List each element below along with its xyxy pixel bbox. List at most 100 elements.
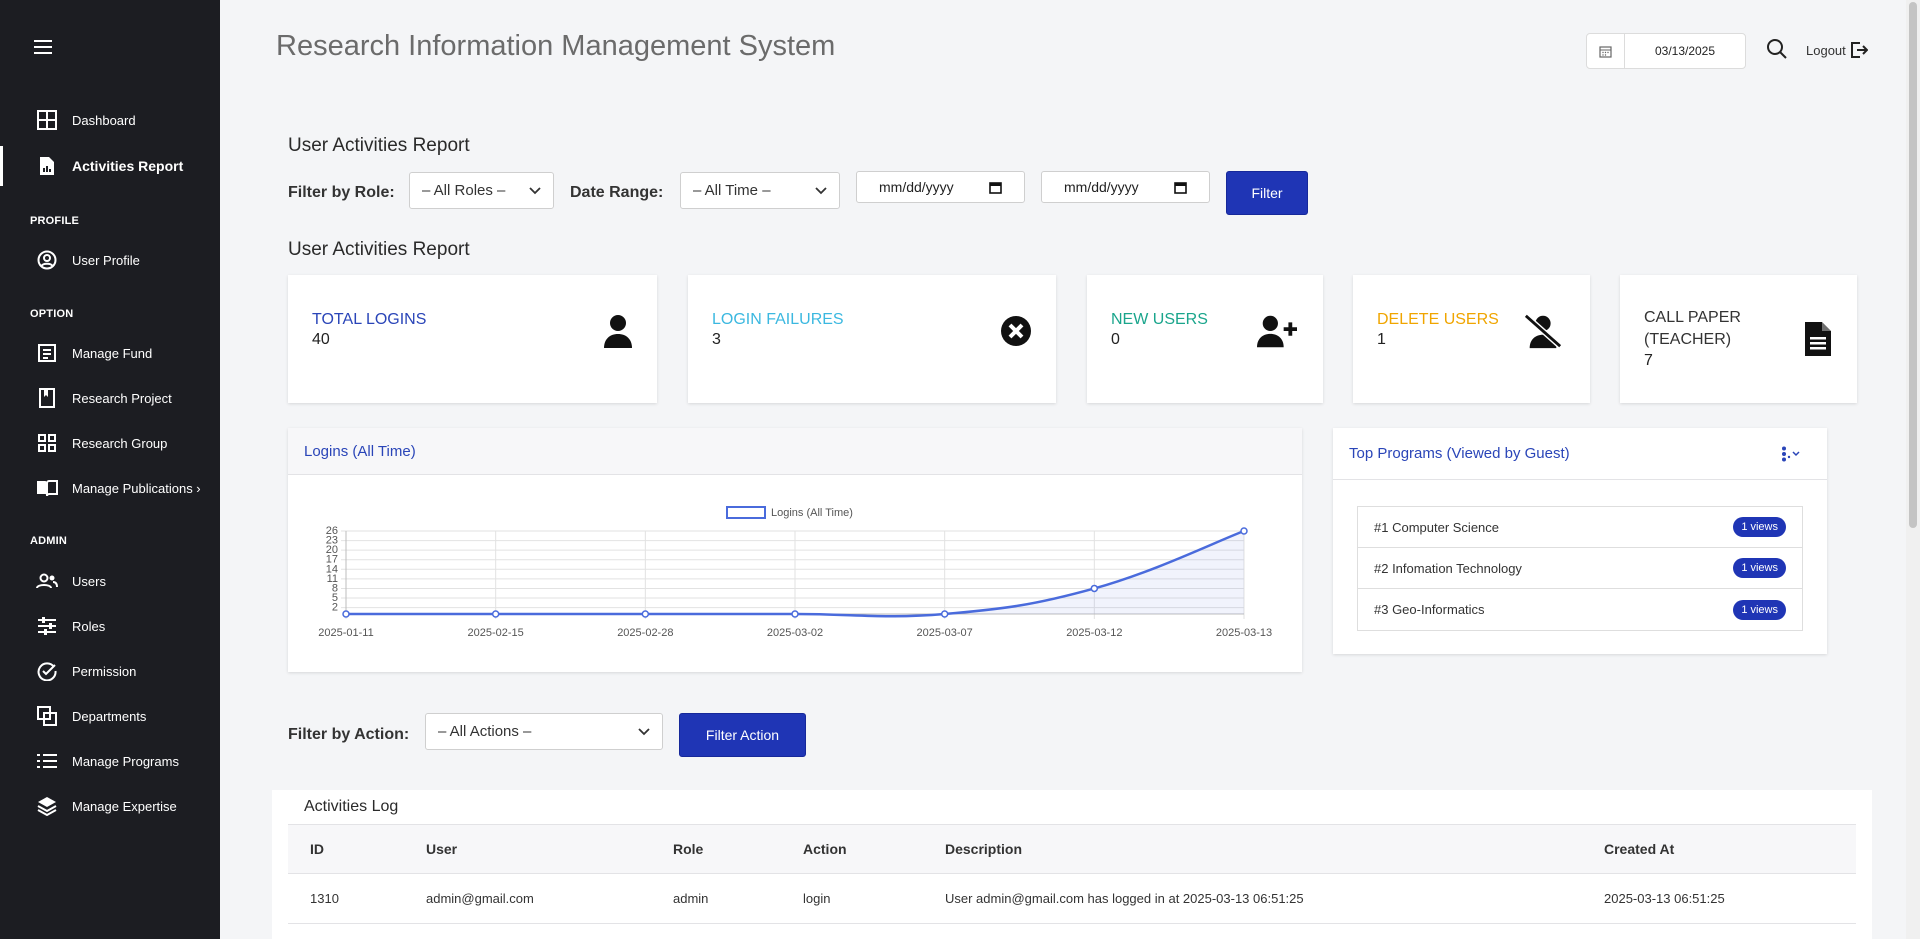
logins-line-chart: 2623201714118522025-01-11 2025-02-15 2025-… <box>318 525 1272 639</box>
logout-button[interactable]: Logout <box>1806 41 1868 59</box>
sidebar-item-manage-publications[interactable]: Manage Publications › <box>0 468 220 508</box>
stat-label: TOTAL LOGINS <box>312 311 427 328</box>
sidebar-item-manage-fund[interactable]: Manage Fund <box>0 333 220 373</box>
stat-card-login-failures: LOGIN FAILURES 3 <box>688 275 1056 403</box>
end-date-input[interactable]: mm/dd/yyyy <box>1041 171 1210 203</box>
col-header-role[interactable]: Role <box>651 841 781 857</box>
stat-label-line2: (TEACHER) <box>1644 331 1732 348</box>
dashboard-icon <box>36 109 58 131</box>
program-label: #2 Infomation Technology <box>1374 560 1522 576</box>
x-circle-icon <box>996 311 1036 351</box>
open-book-icon <box>36 477 58 499</box>
data-point <box>1090 584 1099 593</box>
page-title: Research Information Management System <box>276 30 836 62</box>
date-range-label: Date Range: <box>570 184 664 201</box>
report-icon <box>36 155 58 177</box>
sidebar-item-dashboard[interactable]: Dashboard <box>0 100 220 140</box>
date-picker[interactable]: 03/13/2025 <box>1586 33 1746 69</box>
sidebar-item-label: Manage Publications › <box>72 480 201 496</box>
x-tick-label: 2025-03-13 <box>1216 627 1272 639</box>
sidebar-item-research-project[interactable]: Research Project <box>0 378 220 418</box>
x-tick-label: 2025-03-02 <box>767 627 823 639</box>
stat-card-call-paper: CALL PAPER (TEACHER) 7 <box>1620 275 1857 403</box>
sidebar-item-permission[interactable]: Permission <box>0 651 220 691</box>
logout-icon <box>1850 42 1868 58</box>
sidebar-item-label: Dashboard <box>72 112 136 128</box>
data-point <box>791 610 799 618</box>
chevron-down-icon <box>638 727 650 735</box>
program-label: #3 Geo-Informatics <box>1374 602 1485 617</box>
book-icon <box>36 387 58 409</box>
stat-label: DELETE USERS <box>1377 311 1499 328</box>
action-select[interactable]: – All Actions – <box>425 713 663 750</box>
views-badge: 1 views <box>1733 517 1786 537</box>
sidebar-item-label: Research Group <box>72 435 168 451</box>
calendar-icon <box>1174 181 1187 194</box>
date-range-select[interactable]: – All Time – <box>680 172 840 209</box>
data-point <box>342 610 350 618</box>
top-programs-panel: Top Programs (Viewed by Guest) #1 Comput… <box>1333 428 1827 654</box>
list-icon <box>36 750 58 772</box>
copy-icon <box>36 705 58 727</box>
cell-action: login <box>803 891 831 906</box>
col-header-id[interactable]: ID <box>288 841 404 857</box>
stat-value: 7 <box>1644 352 1653 369</box>
list-item[interactable]: #1 Computer Science 1 views <box>1358 507 1802 548</box>
stat-value: 3 <box>712 331 721 348</box>
list-item[interactable]: #3 Geo-Informatics 1 views <box>1358 589 1802 630</box>
chevron-down-icon <box>815 186 827 194</box>
sidebar-item-research-group[interactable]: Research Group <box>0 423 220 463</box>
views-badge: 1 views <box>1733 599 1786 620</box>
panel-options-button[interactable] <box>1781 446 1801 462</box>
stat-value: 0 <box>1111 331 1120 348</box>
y-tick-label: 2 <box>332 602 338 614</box>
sidebar-item-manage-expertise[interactable]: Manage Expertise <box>0 786 220 826</box>
list-item[interactable]: #2 Infomation Technology 1 views <box>1358 548 1802 589</box>
role-select[interactable]: – All Roles – <box>409 172 554 209</box>
user-circle-icon <box>36 249 58 271</box>
cell-description: User admin@gmail.com has logged in at 20… <box>945 891 1304 906</box>
date-range-value: – All Time – <box>693 182 771 199</box>
table-row: 1310 admin@gmail.com admin login User ad… <box>288 874 1856 924</box>
sidebar-item-roles[interactable]: Roles <box>0 606 220 646</box>
user-plus-icon <box>1257 311 1297 351</box>
activities-log-table: ID User Role Action Description Created … <box>288 824 1856 924</box>
stat-card-new-users: NEW USERS 0 <box>1087 275 1323 403</box>
role-select-value: – All Roles – <box>422 182 506 199</box>
sidebar-item-activities-report[interactable]: Activities Report <box>0 146 220 186</box>
sidebar-item-manage-programs[interactable]: Manage Programs <box>0 741 220 781</box>
sidebar-item-label: Departments <box>72 708 147 724</box>
col-header-user[interactable]: User <box>404 841 651 857</box>
filter-button[interactable]: Filter <box>1226 171 1308 215</box>
menu-toggle-icon[interactable] <box>34 40 52 54</box>
role-filter-label: Filter by Role: <box>288 184 395 201</box>
start-date-input[interactable]: mm/dd/yyyy <box>856 171 1025 203</box>
end-date-value: mm/dd/yyyy <box>1064 179 1139 195</box>
date-value: 03/13/2025 <box>1654 44 1716 58</box>
sidebar: Dashboard Activities Report PROFILE User… <box>0 0 220 939</box>
sidebar-item-users[interactable]: Users <box>0 561 220 601</box>
page-scrollbar[interactable] <box>1906 0 1920 939</box>
logout-label: Logout <box>1806 42 1846 58</box>
scrollbar-thumb[interactable] <box>1909 2 1917 528</box>
action-select-value: – All Actions – <box>438 723 532 740</box>
chart-panel-title: Logins (All Time) <box>288 428 1302 475</box>
logins-chart-panel: Logins (All Time) Logins (All Time) 26 23… <box>288 428 1302 672</box>
action-filter-label: Filter by Action: <box>288 726 410 743</box>
col-header-description[interactable]: Description <box>923 841 1582 857</box>
col-header-action[interactable]: Action <box>781 841 923 857</box>
sidebar-item-label: Manage Expertise <box>72 798 177 814</box>
search-icon[interactable] <box>1766 38 1788 60</box>
sidebar-item-user-profile[interactable]: User Profile <box>0 240 220 280</box>
data-point <box>1240 527 1248 535</box>
stat-card-total-logins: TOTAL LOGINS 40 <box>288 275 657 403</box>
x-tick-label: 2025-02-28 <box>617 627 673 639</box>
stat-label: CALL PAPER (TEACHER) <box>1644 307 1741 351</box>
document-list-icon <box>36 342 58 364</box>
stat-card-delete-users: DELETE USERS 1 <box>1353 275 1590 403</box>
programs-panel-title: Top Programs (Viewed by Guest) <box>1333 428 1827 480</box>
filter-action-button[interactable]: Filter Action <box>679 713 806 757</box>
col-header-created-at[interactable]: Created At <box>1582 841 1852 857</box>
sidebar-item-departments[interactable]: Departments <box>0 696 220 736</box>
sidebar-item-label: Permission <box>72 663 137 679</box>
